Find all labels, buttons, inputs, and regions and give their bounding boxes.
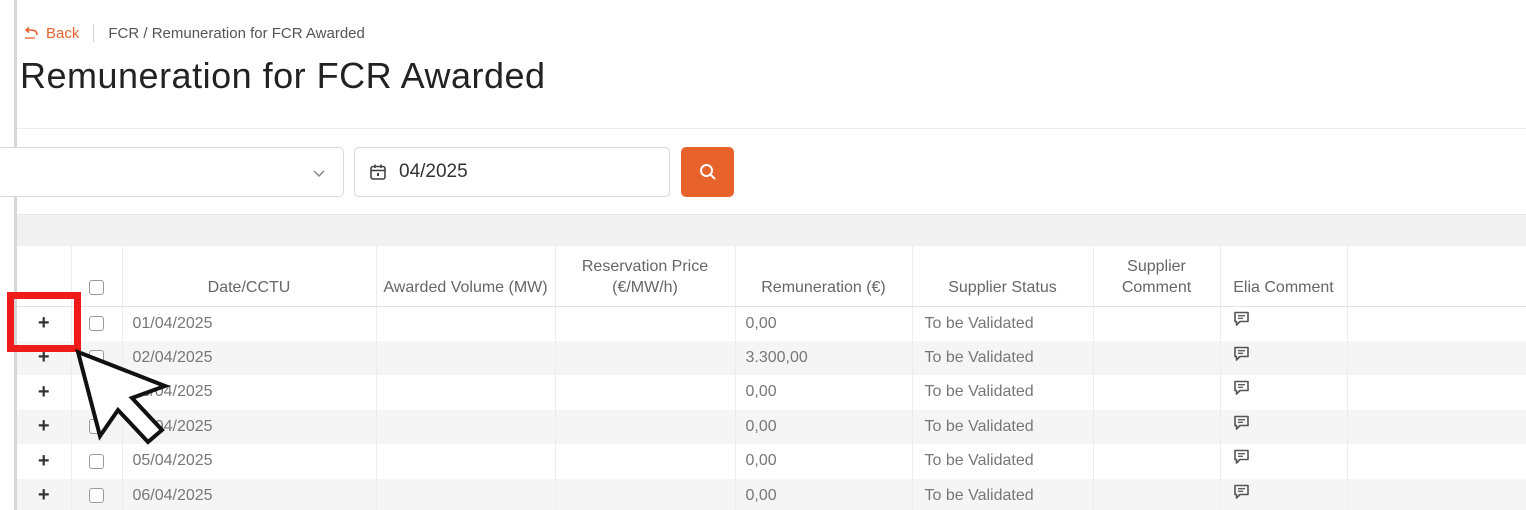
cell-awarded-volume [376, 444, 556, 479]
page-title: Remuneration for FCR Awarded [20, 55, 546, 96]
row-checkbox[interactable] [89, 350, 104, 366]
back-label[interactable]: Back [46, 25, 79, 42]
col-header-remuneration[interactable]: Remuneration (€) [735, 246, 913, 306]
select-all-checkbox[interactable] [89, 279, 104, 295]
cell-reservation-price [555, 444, 736, 479]
col-header-awarded-volume[interactable]: Awarded Volume (MW) [376, 246, 556, 306]
expand-row-button[interactable]: + [17, 340, 72, 375]
cell-date: 05/04/2025 [122, 444, 377, 479]
cell-date: 02/04/2025 [122, 340, 377, 375]
expand-row-button[interactable]: + [17, 478, 72, 510]
cell-supplier-comment [1093, 306, 1221, 341]
cell-date: 06/04/2025 [122, 478, 377, 510]
cell-remuneration: 3.300,00 [735, 340, 913, 375]
col-header-expand [17, 246, 72, 306]
breadcrumb-path: FCR / Remuneration for FCR Awarded [108, 24, 365, 42]
table-row: + 05/04/2025 0,00 To be Validated [17, 444, 1526, 479]
table-header-row: Date/CCTU Awarded Volume (MW) Reservatio… [17, 246, 1526, 306]
col-header-select [71, 246, 123, 306]
cell-awarded-volume [376, 409, 556, 444]
expand-row-button[interactable]: + [17, 306, 72, 341]
table-row: + 04/04/2025 0,00 To be Validated [17, 409, 1526, 444]
cell-reservation-price [555, 340, 736, 375]
chevron-down-icon [313, 170, 325, 178]
comment-icon[interactable] [1233, 380, 1250, 396]
cell-supplier-status: To be Validated [912, 409, 1094, 444]
remuneration-table: Date/CCTU Awarded Volume (MW) Reservatio… [17, 246, 1526, 510]
col-header-reservation-price[interactable]: Reservation Price (€/MW/h) [555, 246, 736, 306]
cell-supplier-status: To be Validated [912, 444, 1094, 479]
expand-row-button[interactable]: + [17, 444, 72, 479]
col-header-date[interactable]: Date/CCTU [122, 246, 377, 306]
cell-supplier-comment [1093, 478, 1221, 510]
cell-supplier-status: To be Validated [912, 306, 1094, 341]
col-header-elia-comment[interactable]: Elia Comment [1220, 246, 1348, 306]
table-row: + 06/04/2025 0,00 To be Validated [17, 478, 1526, 510]
col-header-supplier-comment[interactable]: Supplier Comment [1093, 246, 1221, 306]
comment-icon[interactable] [1233, 449, 1250, 465]
cell-reservation-price [555, 478, 736, 510]
cell-reservation-price [555, 409, 736, 444]
title-divider [17, 128, 1526, 129]
cell-remuneration: 0,00 [735, 478, 913, 510]
month-date-picker[interactable]: 04/2025 [354, 147, 670, 197]
cell-supplier-status: To be Validated [912, 340, 1094, 375]
breadcrumb: Back FCR / Remuneration for FCR Awarded [24, 23, 365, 43]
table-row: + 02/04/2025 3.300,00 To be Validated [17, 340, 1526, 375]
table-row: + 03/04/2025 0,00 To be Validated [17, 375, 1526, 410]
cell-awarded-volume [376, 340, 556, 375]
cell-remuneration: 0,00 [735, 375, 913, 410]
row-checkbox[interactable] [89, 453, 104, 469]
col-header-extra [1347, 246, 1526, 306]
row-checkbox[interactable] [89, 488, 104, 504]
back-link[interactable]: Back [24, 25, 79, 42]
search-icon [699, 164, 715, 180]
expand-row-button[interactable]: + [17, 409, 72, 444]
cell-awarded-volume [376, 375, 556, 410]
cell-remuneration: 0,00 [735, 409, 913, 444]
comment-icon[interactable] [1233, 484, 1250, 500]
row-checkbox[interactable] [89, 419, 104, 435]
back-arrow-icon [24, 26, 38, 39]
calendar-icon [370, 164, 386, 180]
date-value: 04/2025 [399, 161, 468, 182]
cell-reservation-price [555, 375, 736, 410]
filter-dropdown[interactable] [0, 147, 344, 197]
cell-supplier-comment [1093, 444, 1221, 479]
col-header-supplier-status[interactable]: Supplier Status [912, 246, 1094, 306]
cell-awarded-volume [376, 478, 556, 510]
cell-date: 03/04/2025 [122, 375, 377, 410]
cell-date: 01/04/2025 [122, 306, 377, 341]
comment-icon[interactable] [1233, 346, 1250, 362]
table-row: + 01/04/2025 0,00 To be Validated [17, 306, 1526, 341]
cell-supplier-status: To be Validated [912, 478, 1094, 510]
cell-supplier-comment [1093, 409, 1221, 444]
cell-remuneration: 0,00 [735, 306, 913, 341]
breadcrumb-divider [93, 24, 95, 42]
cell-supplier-status: To be Validated [912, 375, 1094, 410]
row-checkbox[interactable] [89, 315, 104, 331]
cell-date: 04/04/2025 [122, 409, 377, 444]
table-toolbar [17, 214, 1526, 246]
row-checkbox[interactable] [89, 384, 104, 400]
comment-icon[interactable] [1233, 311, 1250, 327]
expand-row-button[interactable]: + [17, 375, 72, 410]
cell-reservation-price [555, 306, 736, 341]
comment-icon[interactable] [1233, 415, 1250, 431]
cell-awarded-volume [376, 306, 556, 341]
cell-supplier-comment [1093, 340, 1221, 375]
cell-supplier-comment [1093, 375, 1221, 410]
cell-remuneration: 0,00 [735, 444, 913, 479]
search-button[interactable] [681, 147, 734, 197]
